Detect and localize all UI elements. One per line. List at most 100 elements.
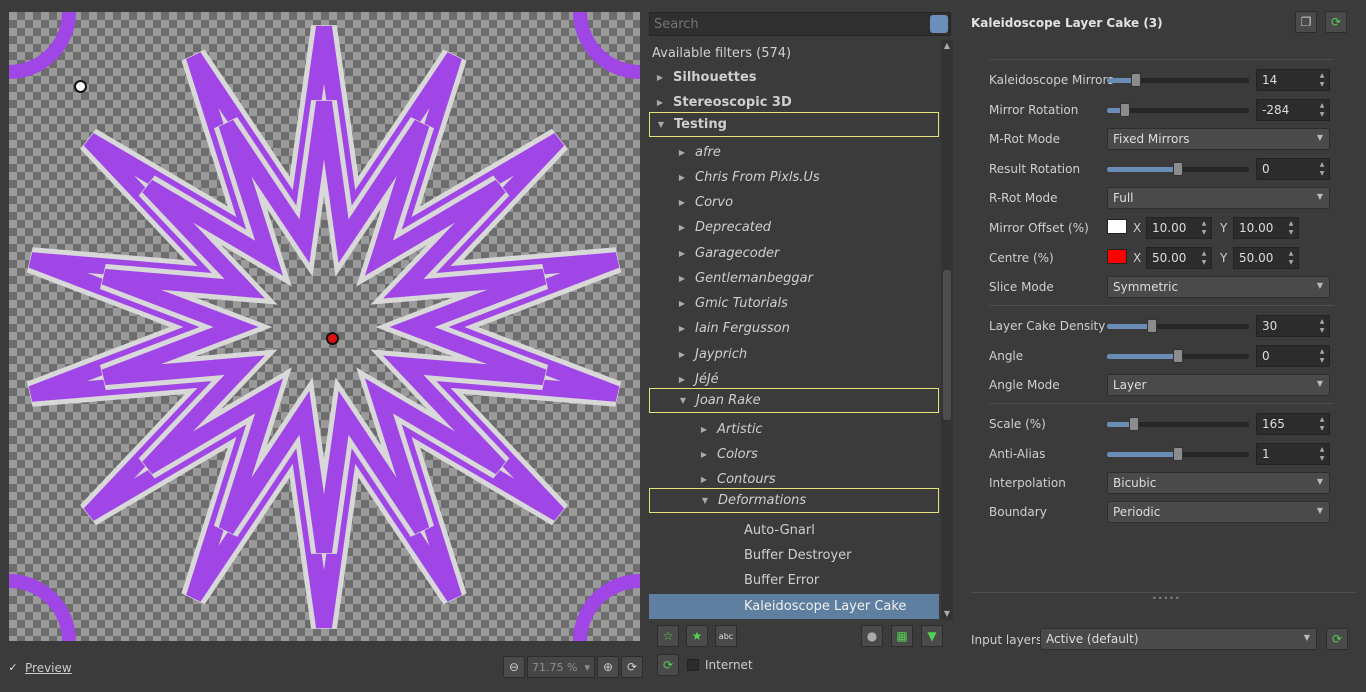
- kaleidoscope-mirrors-input[interactable]: 14 ▲ ▼: [1256, 69, 1330, 91]
- spin-arrows-icon[interactable]: ▲ ▼: [1317, 160, 1327, 178]
- expand-arrow-icon: ▶: [678, 350, 686, 359]
- internet-checkbox[interactable]: [687, 659, 699, 671]
- tree-item-afre[interactable]: ▶ afre: [649, 140, 939, 165]
- spin-arrows-icon[interactable]: ▲ ▼: [1199, 219, 1209, 237]
- tree-scrollbar[interactable]: ▲ ▼: [941, 40, 953, 620]
- spin-arrows-icon[interactable]: ▲ ▼: [1317, 415, 1327, 433]
- tree-item-label: JéJé: [695, 372, 719, 387]
- param-slice-mode: Slice Mode Symmetric ▼: [989, 275, 1334, 299]
- copy-command-button[interactable]: ❐: [1295, 11, 1317, 33]
- tree-header: Available filters (574): [652, 46, 792, 61]
- mirror-offset-y-input[interactable]: 10.00 ▲ ▼: [1233, 217, 1299, 239]
- select-all-button[interactable]: ▦: [891, 625, 913, 647]
- spin-arrows-icon[interactable]: ▲ ▼: [1199, 249, 1209, 267]
- mirror-offset-handle[interactable]: [74, 80, 87, 93]
- spin-arrows-icon[interactable]: ▲ ▼: [1286, 219, 1296, 237]
- tree-item-corvo[interactable]: ▶ Corvo: [649, 190, 939, 215]
- tree-item-joan-rake[interactable]: ▼ Joan Rake: [649, 388, 939, 413]
- search-input[interactable]: [650, 13, 928, 35]
- angle-slider[interactable]: [1107, 349, 1249, 363]
- angle-mode-select[interactable]: Layer ▼: [1107, 374, 1330, 396]
- reset-parameters-button[interactable]: ⟳: [1325, 11, 1347, 33]
- tree-item-auto-gnarl[interactable]: Auto-Gnarl: [649, 518, 939, 543]
- spin-arrows-icon[interactable]: ▲ ▼: [1317, 317, 1327, 335]
- add-favorite-button[interactable]: ☆: [657, 625, 679, 647]
- result-rotation-input[interactable]: 0 ▲ ▼: [1256, 158, 1330, 180]
- remove-favorite-button[interactable]: ★: [686, 625, 708, 647]
- mirror-offset-color-swatch[interactable]: [1107, 219, 1127, 234]
- input-layers-select[interactable]: Active (default) ▼: [1040, 628, 1317, 650]
- mirror-offset-x-input[interactable]: 10.00 ▲ ▼: [1146, 217, 1212, 239]
- param-kaleidoscope-mirrors: Kaleidoscope Mirrors 14 ▲ ▼: [989, 68, 1334, 92]
- tree-item-label: Gmic Tutorials: [695, 296, 788, 311]
- tree-item-iain-fergusson[interactable]: ▶ Iain Fergusson: [649, 316, 939, 341]
- search-icon[interactable]: [930, 15, 948, 33]
- spin-arrows-icon[interactable]: ▲ ▼: [1317, 347, 1327, 365]
- spin-arrows-icon[interactable]: ▲ ▼: [1317, 445, 1327, 463]
- expand-arrow-icon: ▶: [678, 223, 686, 232]
- angle-input[interactable]: 0 ▲ ▼: [1256, 345, 1330, 367]
- tree-item-buffer-destroyer[interactable]: Buffer Destroyer: [649, 543, 939, 568]
- tree-item-kaleidoscope-layer-cake[interactable]: Kaleidoscope Layer Cake: [649, 594, 939, 619]
- tree-item-colors[interactable]: ▶ Colors: [649, 442, 939, 467]
- scrollbar-thumb[interactable]: [943, 270, 951, 420]
- scale-slider[interactable]: [1107, 417, 1249, 431]
- tree-item-chris[interactable]: ▶ Chris From Pixls.Us: [649, 165, 939, 190]
- collapse-arrow-icon: ▼: [657, 120, 665, 129]
- refresh-layers-button[interactable]: ⟳: [1326, 628, 1348, 650]
- centre-handle[interactable]: [326, 332, 339, 345]
- visibility-button[interactable]: ●: [861, 625, 883, 647]
- param-layer-cake-density: Layer Cake Density 30 ▲ ▼: [989, 314, 1334, 338]
- spin-arrows-icon[interactable]: ▲ ▼: [1317, 71, 1327, 89]
- zoom-out-button[interactable]: ⊖: [503, 656, 525, 678]
- centre-x-input[interactable]: 50.00 ▲ ▼: [1146, 247, 1212, 269]
- preview-canvas[interactable]: [9, 12, 640, 641]
- internet-label[interactable]: Internet: [705, 658, 753, 672]
- spin-arrows-icon[interactable]: ▲ ▼: [1286, 249, 1296, 267]
- tree-item-deprecated[interactable]: ▶ Deprecated: [649, 215, 939, 240]
- kaleidoscope-mirrors-slider[interactable]: [1107, 73, 1249, 87]
- tree-item-silhouettes[interactable]: ▶ Silhouettes: [649, 65, 939, 90]
- tree-item-gentlemanbeggar[interactable]: ▶ Gentlemanbeggar: [649, 266, 939, 291]
- interpolation-select[interactable]: Bicubic ▼: [1107, 472, 1330, 494]
- tree-item-artistic[interactable]: ▶ Artistic: [649, 417, 939, 442]
- splitter-handle[interactable]: •••••: [1152, 594, 1181, 603]
- preview-checkbox[interactable]: ✓: [7, 662, 19, 674]
- zoom-field[interactable]: 71.75 % ▾: [527, 656, 595, 678]
- zoom-in-button[interactable]: ⊕: [597, 656, 619, 678]
- coord-value: 50.00: [1239, 251, 1274, 265]
- boundary-select[interactable]: Periodic ▼: [1107, 501, 1330, 523]
- layer-cake-density-input[interactable]: 30 ▲ ▼: [1256, 315, 1330, 337]
- param-label: Scale (%): [989, 417, 1046, 431]
- tree-item-jayprich[interactable]: ▶ Jayprich: [649, 342, 939, 367]
- select-value: Bicubic: [1113, 476, 1157, 490]
- mrot-mode-select[interactable]: Fixed Mirrors ▼: [1107, 128, 1330, 150]
- tree-item-gmic-tutorials[interactable]: ▶ Gmic Tutorials: [649, 291, 939, 316]
- tree-item-garagecoder[interactable]: ▶ Garagecoder: [649, 241, 939, 266]
- preview-label[interactable]: Preview: [25, 661, 72, 675]
- refresh-preview-button[interactable]: ⟳: [621, 656, 643, 678]
- scale-input[interactable]: 165 ▲ ▼: [1256, 413, 1330, 435]
- expand-all-button[interactable]: ▼: [921, 625, 943, 647]
- mirror-rotation-input[interactable]: -284 ▲ ▼: [1256, 99, 1330, 121]
- tree-item-buffer-error[interactable]: Buffer Error: [649, 568, 939, 593]
- result-rotation-slider[interactable]: [1107, 162, 1249, 176]
- slice-mode-select[interactable]: Symmetric ▼: [1107, 276, 1330, 298]
- parameters-pane: Kaleidoscope Layer Cake (3) ❐ ⟳ Kaleidos…: [962, 0, 1366, 692]
- centre-color-swatch[interactable]: [1107, 249, 1127, 264]
- update-filters-button[interactable]: ⟳: [657, 654, 679, 676]
- expand-arrow-icon: ▶: [678, 173, 686, 182]
- scroll-down-icon[interactable]: ▼: [941, 608, 953, 620]
- anti-alias-input[interactable]: 1 ▲ ▼: [1256, 443, 1330, 465]
- layer-cake-density-slider[interactable]: [1107, 319, 1249, 333]
- spin-arrows-icon[interactable]: ▲ ▼: [1317, 101, 1327, 119]
- scroll-up-icon[interactable]: ▲: [941, 40, 953, 52]
- anti-alias-slider[interactable]: [1107, 447, 1249, 461]
- tree-item-deformations[interactable]: ▼ Deformations: [649, 488, 939, 513]
- rename-button[interactable]: abc: [715, 625, 737, 647]
- tree-item-testing[interactable]: ▼ Testing: [649, 112, 939, 137]
- refresh-icon: ⟳: [662, 658, 674, 672]
- centre-y-input[interactable]: 50.00 ▲ ▼: [1233, 247, 1299, 269]
- rrot-mode-select[interactable]: Full ▼: [1107, 187, 1330, 209]
- mirror-rotation-slider[interactable]: [1107, 103, 1249, 117]
